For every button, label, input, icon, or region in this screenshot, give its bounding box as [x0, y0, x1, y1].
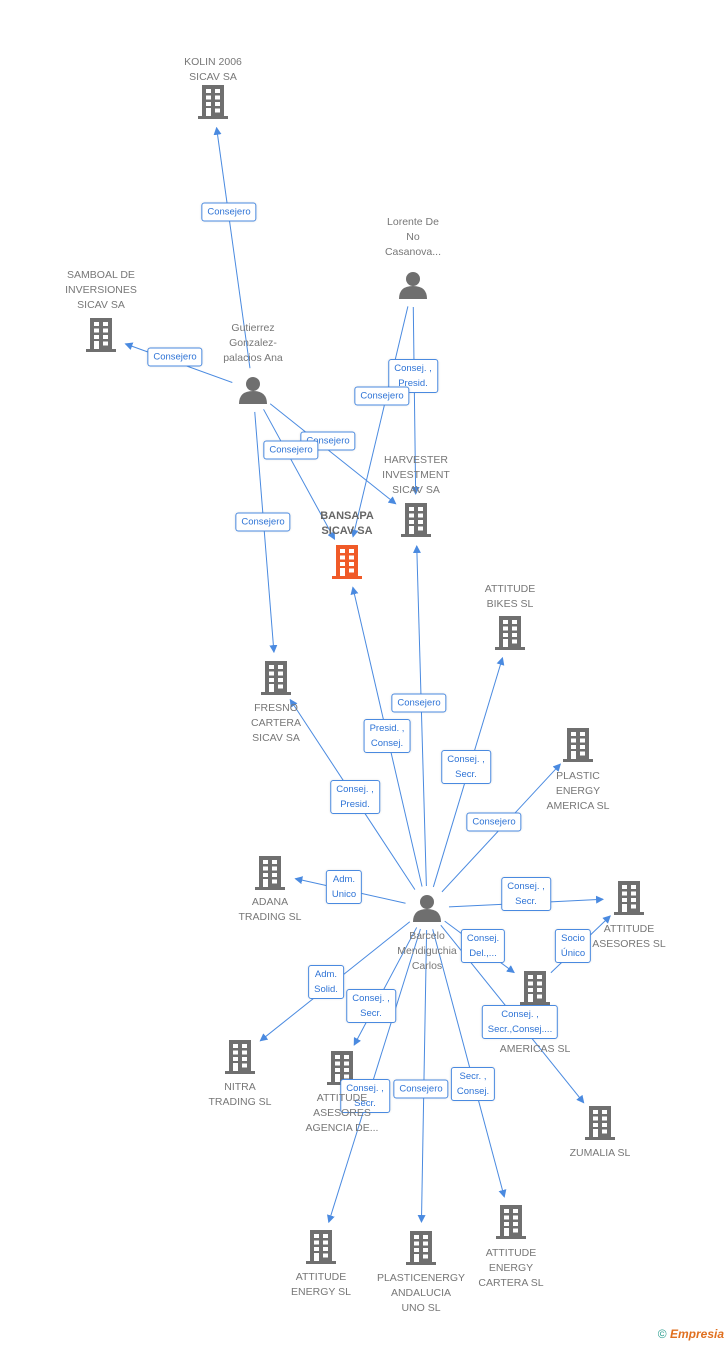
person-icon[interactable]	[239, 377, 267, 404]
edge-label[interactable]: Presid. , Consej.	[363, 719, 411, 753]
edge-label[interactable]: Consejero	[147, 347, 203, 367]
edge-label[interactable]: Consejero	[235, 512, 291, 532]
building-icon[interactable]	[86, 318, 116, 352]
edge-label[interactable]: Adm. Solid.	[308, 965, 344, 999]
building-icon[interactable]	[255, 856, 285, 890]
edge-label[interactable]: Consejero	[201, 202, 257, 222]
building-icon[interactable]	[198, 85, 228, 119]
building-icon[interactable]	[306, 1230, 336, 1264]
node-label-zumalia[interactable]: ZUMALIA SL	[545, 1146, 655, 1161]
node-label-fresno[interactable]: FRESNO CARTERA SICAV SA	[221, 701, 331, 746]
edge-label[interactable]: Consejero	[466, 812, 522, 832]
edge-lorente-bansapa	[350, 306, 409, 538]
edge-label[interactable]: Consejero	[354, 386, 410, 406]
node-label-plastic[interactable]: PLASTIC ENERGY AMERICA SL	[523, 769, 633, 814]
node-label-cartera[interactable]: ATTITUDE ENERGY CARTERA SL	[456, 1246, 566, 1291]
building-icon[interactable]	[614, 881, 644, 915]
building-icon[interactable]	[406, 1231, 436, 1265]
node-label-barcelo[interactable]: Barcelo Mendiguchia Carlos	[372, 929, 482, 974]
node-label-harvester[interactable]: HARVESTER INVESTMENT SICAV SA	[361, 453, 471, 498]
node-label-energy[interactable]: ATTITUDE ENERGY SL	[266, 1270, 376, 1300]
edge-label[interactable]: Consejero	[263, 440, 319, 460]
edge-label[interactable]: Consej. , Secr.	[346, 989, 396, 1023]
node-label-samboal[interactable]: SAMBOAL DE INVERSIONES SICAV SA	[46, 268, 156, 313]
edge-label[interactable]: Secr. , Consej.	[450, 1067, 496, 1101]
edge-label[interactable]: Consej. , Secr.,Consej....	[481, 1005, 559, 1039]
network-diagram: © Empresia Consejero Consejero Consejero Co…	[0, 0, 728, 1345]
node-label-bikes[interactable]: ATTITUDE BIKES SL	[455, 582, 565, 612]
building-icon[interactable]	[332, 545, 362, 579]
edges-layer	[86, 85, 644, 1265]
brand-logo: Empresia	[669, 1327, 724, 1341]
copyright: © Empresia	[658, 1327, 724, 1341]
building-icon[interactable]	[563, 728, 593, 762]
building-icon[interactable]	[261, 661, 291, 695]
person-icon[interactable]	[413, 895, 441, 922]
building-icon[interactable]	[495, 616, 525, 650]
edge-label[interactable]: Consejero	[393, 1079, 449, 1099]
node-label-nitra[interactable]: NITRA TRADING SL	[185, 1080, 295, 1110]
edge-label[interactable]: Consej. , Secr.	[441, 750, 491, 784]
edge-label[interactable]: Consej. , Secr.	[501, 877, 551, 911]
node-label-gutierrez[interactable]: Gutierrez Gonzalez- palacios Ana	[198, 321, 308, 366]
node-label-kolin[interactable]: KOLIN 2006 SICAV SA	[158, 55, 268, 85]
building-icon[interactable]	[401, 503, 431, 537]
building-icon[interactable]	[225, 1040, 255, 1074]
edge-barcelo-harvester	[412, 544, 427, 887]
building-icon[interactable]	[496, 1205, 526, 1239]
building-icon[interactable]	[585, 1106, 615, 1140]
building-icon[interactable]	[520, 971, 550, 1005]
edge-label[interactable]: Consejero	[391, 693, 447, 713]
node-label-lorente[interactable]: Lorente De No Casanova...	[358, 215, 468, 260]
node-label-asesores[interactable]: ATTITUDE ASESORES SL	[574, 922, 684, 952]
edge-label[interactable]: Adm. Unico	[325, 870, 363, 904]
node-label-bansapa[interactable]: BANSAPA SICAV SA	[292, 509, 402, 539]
node-label-agencia[interactable]: ATTITUDE ASESORES AGENCIA DE...	[287, 1091, 397, 1136]
copyright-symbol: ©	[657, 1327, 667, 1341]
edge-label[interactable]: Consej. , Presid.	[330, 780, 380, 814]
node-label-adana[interactable]: ADANA TRADING SL	[215, 895, 325, 925]
node-label-americas[interactable]: AMERICAS SL	[480, 1042, 590, 1057]
person-icon[interactable]	[399, 272, 427, 299]
